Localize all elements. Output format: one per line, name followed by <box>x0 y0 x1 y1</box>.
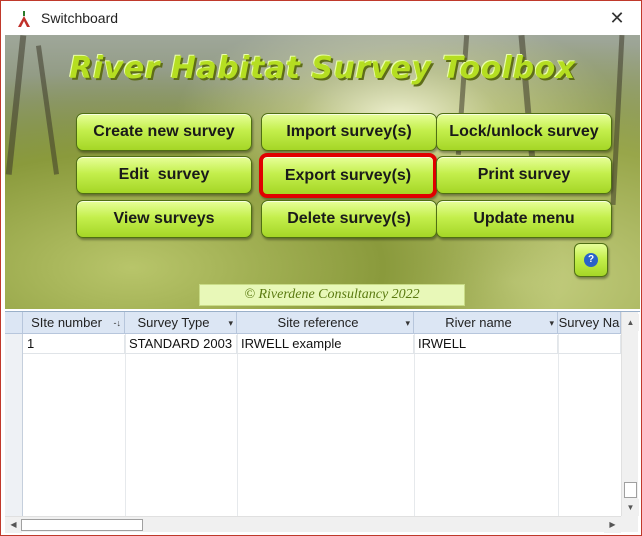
switchboard-banner: River Habitat Survey Toolbox Create new … <box>5 35 640 309</box>
column-header-survey-type[interactable]: Survey Type ▾ <box>125 312 237 334</box>
import-surveys-button[interactable]: Import survey(s) <box>261 113 437 151</box>
close-icon[interactable]: ✕ <box>603 4 631 32</box>
help-button[interactable]: ? <box>574 243 608 277</box>
lock-unlock-survey-button[interactable]: Lock/unlock survey <box>436 113 612 151</box>
column-divider <box>414 334 415 516</box>
scroll-up-icon[interactable]: ▲ <box>622 314 639 331</box>
horizontal-scroll-thumb[interactable] <box>21 519 143 531</box>
edit-survey-button[interactable]: Edit survey <box>76 156 252 194</box>
rhs-logo-icon <box>18 11 30 27</box>
scrollbar-corner <box>621 516 638 532</box>
cell-site-number[interactable]: 1 <box>23 335 125 353</box>
title-bar: Switchboard ✕ <box>1 1 641 35</box>
column-header-river-name[interactable]: River name ▾ <box>414 312 558 334</box>
dropdown-arrow-icon[interactable]: ▾ <box>405 312 410 334</box>
vertical-scrollbar[interactable]: ▲ ▼ <box>621 312 639 516</box>
help-icon: ? <box>584 253 598 267</box>
app-heading: River Habitat Survey Toolbox <box>69 51 576 86</box>
scroll-right-icon[interactable]: ▶ <box>604 517 621 533</box>
dropdown-arrow-icon[interactable]: ▾ <box>228 312 233 334</box>
view-surveys-button[interactable]: View surveys <box>76 200 252 238</box>
scroll-left-icon[interactable]: ◀ <box>5 517 22 533</box>
update-menu-button[interactable]: Update menu <box>436 200 612 238</box>
column-divider <box>237 334 238 516</box>
column-divider <box>125 334 126 516</box>
sort-ascending-icon[interactable]: -↓ <box>114 312 122 334</box>
cell-survey-type[interactable]: STANDARD 2003 <box>125 335 237 353</box>
cell-site-reference[interactable]: IRWELL example <box>237 335 414 353</box>
column-header-site-number[interactable]: SIte number -↓ <box>23 312 125 334</box>
column-header-site-reference[interactable]: Site reference ▾ <box>237 312 414 334</box>
row-divider <box>23 353 621 354</box>
select-all-corner[interactable] <box>5 312 23 334</box>
cell-river-name[interactable]: IRWELL <box>414 335 558 353</box>
export-surveys-button[interactable]: Export survey(s) <box>259 153 437 198</box>
switchboard-window: Switchboard ✕ River Habitat Survey Toolb… <box>0 0 642 536</box>
horizontal-scrollbar[interactable]: ◀ ▶ <box>5 516 621 533</box>
vertical-scroll-thumb[interactable] <box>624 482 637 498</box>
create-new-survey-button[interactable]: Create new survey <box>76 113 252 151</box>
row-selector[interactable] <box>5 334 23 516</box>
scroll-down-icon[interactable]: ▼ <box>622 499 639 516</box>
window-title: Switchboard <box>41 10 119 26</box>
column-header-survey-name[interactable]: Survey Na <box>558 312 621 334</box>
copyright-label: © Riverdene Consultancy 2022 <box>199 284 465 306</box>
delete-surveys-button[interactable]: Delete survey(s) <box>261 200 437 238</box>
survey-datasheet: SIte number -↓ Survey Type ▾ Site refere… <box>5 311 640 533</box>
dropdown-arrow-icon[interactable]: ▾ <box>549 312 554 334</box>
column-divider <box>558 334 559 516</box>
cell-survey-name[interactable] <box>558 335 621 353</box>
print-survey-button[interactable]: Print survey <box>436 156 612 194</box>
